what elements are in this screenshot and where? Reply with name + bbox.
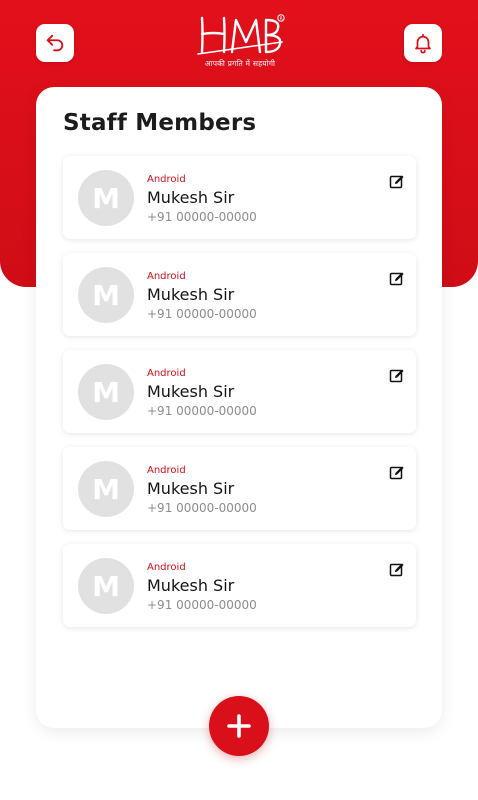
staff-card[interactable]: M Android Mukesh Sir +91 00000-00000 (63, 447, 416, 530)
edit-icon[interactable] (389, 562, 405, 578)
avatar: M (78, 170, 134, 226)
avatar: M (78, 364, 134, 420)
staff-panel: Staff Members M Android Mukesh Sir +91 0… (36, 87, 442, 728)
device-tag: Android (147, 271, 186, 282)
staff-name: Mukesh Sir (147, 479, 235, 498)
svg-text:R: R (280, 16, 283, 22)
device-tag: Android (147, 562, 186, 573)
add-staff-button[interactable] (209, 696, 269, 756)
avatar: M (78, 558, 134, 614)
back-button[interactable] (36, 24, 74, 62)
hmb-logo: R आपकी प्रगति में सहयोगी (190, 12, 290, 74)
staff-card[interactable]: M Android Mukesh Sir +91 00000-00000 (63, 253, 416, 336)
staff-phone: +91 00000-00000 (147, 501, 257, 515)
bell-icon (415, 33, 431, 54)
staff-phone: +91 00000-00000 (147, 404, 257, 418)
staff-phone: +91 00000-00000 (147, 210, 257, 224)
staff-card[interactable]: M Android Mukesh Sir +91 00000-00000 (63, 350, 416, 433)
staff-phone: +91 00000-00000 (147, 598, 257, 612)
staff-card[interactable]: M Android Mukesh Sir +91 00000-00000 (63, 156, 416, 239)
notifications-button[interactable] (404, 24, 442, 62)
avatar: M (78, 267, 134, 323)
staff-name: Mukesh Sir (147, 382, 235, 401)
device-tag: Android (147, 465, 186, 476)
edit-icon[interactable] (389, 271, 405, 287)
edit-icon[interactable] (389, 368, 405, 384)
device-tag: Android (147, 368, 186, 379)
staff-name: Mukesh Sir (147, 285, 235, 304)
plus-icon (227, 714, 251, 738)
avatar: M (78, 461, 134, 517)
logo-tagline: आपकी प्रगति में सहयोगी (204, 59, 276, 68)
back-arrow-icon (46, 34, 64, 52)
device-tag: Android (147, 174, 186, 185)
edit-icon[interactable] (389, 174, 405, 190)
edit-icon[interactable] (389, 465, 405, 481)
staff-name: Mukesh Sir (147, 188, 235, 207)
hmb-logo-mark: R (197, 14, 285, 55)
page-title: Staff Members (63, 110, 257, 136)
staff-phone: +91 00000-00000 (147, 307, 257, 321)
staff-name: Mukesh Sir (147, 576, 235, 595)
staff-card[interactable]: M Android Mukesh Sir +91 00000-00000 (63, 544, 416, 627)
